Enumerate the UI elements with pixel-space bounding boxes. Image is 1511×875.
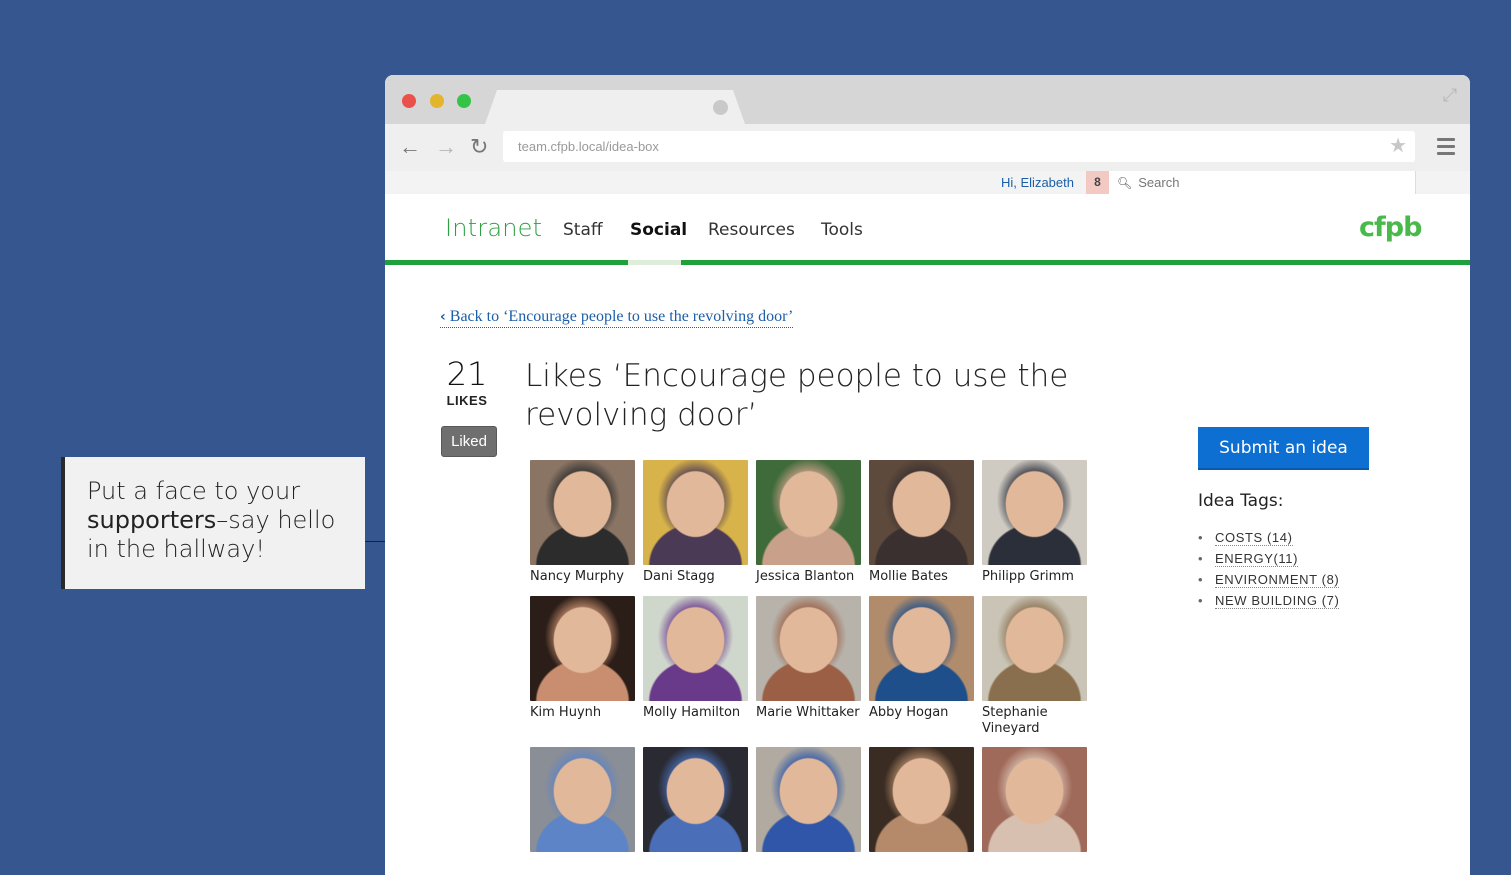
supporter-name[interactable]: Philipp Grimm [982,569,1087,585]
nav-item-resources[interactable]: Resources [708,220,795,240]
supporter-card[interactable]: Jessica Blanton [756,460,861,585]
reload-icon[interactable]: ↻ [470,133,488,161]
browser-menu-icon[interactable] [1437,138,1455,156]
intranet-brand-link[interactable]: Intranet [445,214,542,242]
nav-item-social[interactable]: Social [630,220,687,240]
supporter-card[interactable]: Marie Whittaker [756,596,861,721]
user-greeting-link[interactable]: Hi, Elizabeth [1001,171,1074,194]
utility-bar: Hi, Elizabeth 8 🔍︎ Search [385,171,1470,195]
supporter-name[interactable]: Jessica Blanton [756,569,861,585]
idea-tags-list: COSTS (14) ENERGY(11) ENVIRONMENT (8) NE… [1198,527,1340,611]
search-placeholder: Search [1138,175,1180,190]
cfpb-logo[interactable]: cfpb [1359,212,1422,243]
url-text: team.cfpb.local/idea-box [518,139,659,154]
tag-link-new-building[interactable]: NEW BUILDING (7) [1215,593,1340,609]
browser-toolbar: ← → ↻ team.cfpb.local/idea-box ★ [385,124,1470,171]
supporter-name[interactable]: Stephanie Vineyard [982,705,1087,737]
supporter-name[interactable]: Kim Huynh [530,705,635,721]
main-navigation: Intranet Staff Social Resources Tools cf… [385,194,1470,261]
address-bar[interactable]: team.cfpb.local/idea-box ★ [503,131,1415,162]
supporter-photo[interactable] [869,747,974,852]
supporter-card[interactable] [982,747,1087,856]
supporter-card[interactable]: Dani Stagg [643,460,748,585]
tag-item: NEW BUILDING (7) [1198,590,1340,611]
supporter-photo[interactable] [982,596,1087,701]
minimize-window-button[interactable] [430,94,444,108]
tab-close-icon[interactable] [713,100,728,115]
tag-item: ENERGY(11) [1198,548,1339,569]
nav-item-tools[interactable]: Tools [821,220,863,240]
nav-item-staff[interactable]: Staff [563,220,603,240]
supporter-photo[interactable] [869,460,974,565]
supporter-card[interactable]: Mollie Bates [869,460,974,585]
active-nav-indicator [628,260,681,265]
back-arrow-icon[interactable]: ← [399,133,421,161]
fullscreen-icon[interactable]: ⤢ [1440,85,1460,105]
supporter-photo[interactable] [530,460,635,565]
supporter-photo[interactable] [643,460,748,565]
supporter-card[interactable] [869,747,974,856]
notification-badge[interactable]: 8 [1086,171,1109,194]
supporter-photo[interactable] [756,460,861,565]
tag-item: ENVIRONMENT (8) [1198,569,1340,590]
tag-link-energy[interactable]: ENERGY(11) [1215,551,1299,567]
supporter-card[interactable]: Philipp Grimm [982,460,1087,585]
supporter-photo[interactable] [643,596,748,701]
supporter-name[interactable]: Abby Hogan [869,705,974,721]
supporter-name[interactable]: Dani Stagg [643,569,748,585]
supporter-photo[interactable] [643,747,748,852]
idea-tags-heading: Idea Tags: [1198,491,1284,511]
supporter-photo[interactable] [982,747,1087,852]
supporter-card[interactable] [530,747,635,856]
liked-button[interactable]: Liked [441,426,497,457]
tab-bar: ⤢ [385,75,1470,124]
close-window-button[interactable] [402,94,416,108]
supporter-photo[interactable] [530,747,635,852]
search-icon: 🔍︎ [1117,176,1133,190]
supporter-card[interactable]: Nancy Murphy [530,460,635,585]
likes-count: 21 [446,355,488,393]
supporter-card[interactable]: Molly Hamilton [643,596,748,721]
browser-tab[interactable] [485,90,745,124]
forward-arrow-icon[interactable]: → [435,133,457,161]
supporter-name[interactable]: Nancy Murphy [530,569,635,585]
supporter-name[interactable]: Molly Hamilton [643,705,748,721]
supporter-card[interactable]: Stephanie Vineyard [982,596,1087,737]
supporter-card[interactable] [643,747,748,856]
maximize-window-button[interactable] [457,94,471,108]
back-link[interactable]: ‹ Back to ‘Encourage people to use the r… [440,307,794,328]
supporter-card[interactable]: Abby Hogan [869,596,974,721]
nav-underline [385,260,1470,265]
likes-label: LIKES [446,393,488,408]
tag-link-environment[interactable]: ENVIRONMENT (8) [1215,572,1340,588]
tag-link-costs[interactable]: COSTS (14) [1215,530,1293,546]
supporter-photo[interactable] [756,747,861,852]
supporter-name[interactable]: Marie Whittaker [756,705,861,721]
supporter-card[interactable]: Kim Huynh [530,596,635,721]
tag-item: COSTS (14) [1198,527,1339,548]
callout-text-start: Put a face to your [87,477,301,505]
supporter-photo[interactable] [530,596,635,701]
supporter-name[interactable]: Mollie Bates [869,569,974,585]
callout-text-emphasis: supporters [87,506,217,534]
supporter-photo[interactable] [869,596,974,701]
supporter-photo[interactable] [982,460,1087,565]
chevron-left-icon: ‹ [440,309,446,325]
callout-text: Put a face to your supporters–say hello … [87,477,343,564]
page-title: Likes ‘Encourage people to use the revol… [525,358,1069,433]
back-link-text: Back to ‘Encourage people to use the rev… [449,308,794,325]
callout-box: Put a face to your supporters–say hello … [61,457,365,589]
supporter-card[interactable] [756,747,861,856]
bookmark-star-icon[interactable]: ★ [1389,131,1407,162]
submit-idea-button[interactable]: Submit an idea [1198,427,1369,470]
supporter-photo[interactable] [756,596,861,701]
site-search-input[interactable]: 🔍︎ Search [1109,171,1416,194]
browser-window: ⤢ ← → ↻ team.cfpb.local/idea-box ★ Hi, E… [385,75,1470,875]
